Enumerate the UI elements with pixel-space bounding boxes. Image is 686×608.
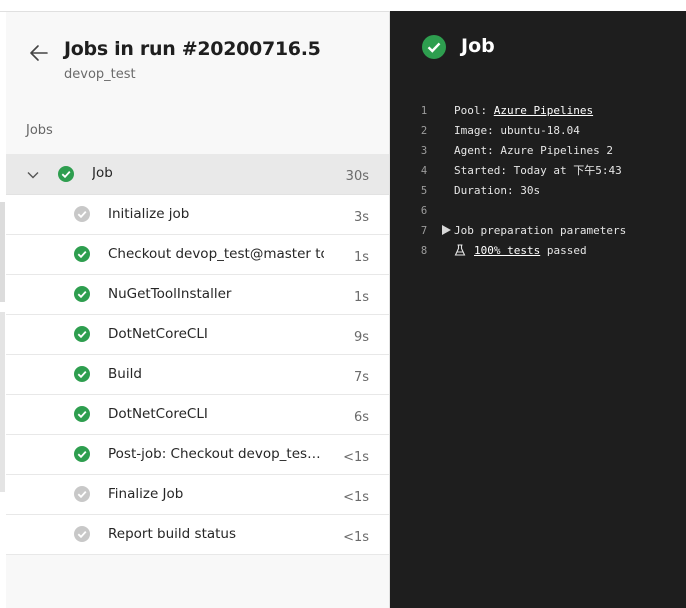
check-circle-icon (74, 286, 90, 302)
collapsible-log-section[interactable]: Job preparation parameters (442, 221, 626, 241)
check-circle-icon (58, 166, 74, 182)
log-line: 1 Pool: Azure Pipelines (390, 101, 686, 121)
scroll-track (0, 312, 5, 492)
tests-result-text: passed (540, 244, 587, 257)
beaker-icon (454, 243, 466, 256)
skipped-circle-icon (74, 526, 90, 542)
job-duration: 30s (345, 169, 369, 184)
step-duration: 9s (353, 330, 369, 345)
log-line: 2 Image: ubuntu-18.04 (390, 121, 686, 141)
step-row-initialize-job[interactable]: Initialize job 3s (6, 195, 389, 235)
log-line: 8 100% tests passed (390, 241, 686, 261)
check-circle-icon (74, 406, 90, 422)
step-label: Build (108, 366, 142, 382)
step-label: Report build status (108, 526, 237, 542)
jobs-section-label: Jobs (26, 123, 53, 138)
check-circle-icon (74, 446, 90, 462)
step-row-nugettoolinstaller[interactable]: NuGetToolInstaller 1s (6, 275, 389, 315)
chevron-down-icon[interactable] (26, 167, 40, 181)
triangle-right-icon[interactable] (442, 225, 451, 235)
step-label: NuGetToolInstaller (108, 286, 232, 302)
job-detail-panel: Job 1 Pool: Azure Pipelines 2 Image: ubu… (390, 11, 686, 608)
step-row-dotnetcorecli-1[interactable]: DotNetCoreCLI 9s (6, 315, 389, 355)
step-duration: 1s (353, 250, 369, 265)
step-duration: 3s (353, 210, 369, 225)
step-label: DotNetCoreCLI (108, 406, 208, 422)
log-text: Agent: Azure Pipelines 2 (454, 144, 613, 157)
step-duration: 7s (353, 370, 369, 385)
log-text: 100% tests passed (454, 241, 587, 261)
step-duration: <1s (343, 450, 369, 465)
step-row-checkout[interactable]: Checkout devop_test@master to s 1s (6, 235, 389, 275)
step-duration: <1s (343, 530, 369, 545)
line-number: 3 (420, 145, 428, 157)
step-label: Post-job: Checkout devop_test@... (108, 446, 324, 462)
line-number: 8 (420, 245, 428, 257)
skipped-circle-icon (74, 486, 90, 502)
step-duration: 1s (353, 290, 369, 305)
line-number: 7 (420, 225, 428, 237)
step-label: Initialize job (108, 206, 190, 222)
log-text: Image: ubuntu-18.04 (454, 124, 580, 137)
log-text: Started: Today at 下午5:43 (454, 164, 622, 177)
log-text: Pool: Azure Pipelines (454, 101, 593, 121)
line-number: 2 (420, 125, 428, 137)
step-row-report-build-status[interactable]: Report build status <1s (6, 515, 389, 555)
log-line[interactable]: 7 Job preparation parameters (390, 221, 686, 241)
check-circle-icon (422, 35, 446, 59)
step-duration: <1s (343, 490, 369, 505)
check-circle-icon (74, 366, 90, 382)
log-text: Duration: 30s (454, 184, 541, 197)
step-row-post-job-checkout[interactable]: Post-job: Checkout devop_test@... <1s (6, 435, 389, 475)
jobs-panel: Jobs in run #20200716.5 devop_test Jobs … (6, 12, 390, 608)
step-duration: 6s (353, 410, 369, 425)
line-number: 6 (420, 205, 428, 217)
pipeline-name: devop_test (64, 67, 136, 82)
tests-link[interactable]: 100% tests (474, 244, 540, 257)
job-label: Job (92, 165, 113, 181)
log-line: 6 (390, 201, 686, 221)
step-row-build[interactable]: Build 7s (6, 355, 389, 395)
pool-link[interactable]: Azure Pipelines (494, 104, 593, 117)
line-number: 4 (420, 165, 428, 177)
step-row-dotnetcorecli-2[interactable]: DotNetCoreCLI 6s (6, 395, 389, 435)
page-title: Jobs in run #20200716.5 (64, 38, 321, 60)
log-line: 5 Duration: 30s (390, 181, 686, 201)
check-circle-icon (74, 246, 90, 262)
top-border (0, 0, 390, 12)
log-line: 4 Started: Today at 下午5:43 (390, 161, 686, 181)
back-arrow-icon[interactable] (28, 42, 50, 64)
job-log: 1 Pool: Azure Pipelines 2 Image: ubuntu-… (390, 101, 686, 261)
step-row-finalize-job[interactable]: Finalize Job <1s (6, 475, 389, 515)
check-circle-icon (74, 326, 90, 342)
step-label: Checkout devop_test@master to s (108, 246, 324, 262)
section-label: Job preparation parameters (454, 224, 627, 237)
job-list: Job 30s Initialize job 3s Checkout devop… (6, 154, 389, 555)
step-label: DotNetCoreCLI (108, 326, 208, 342)
step-label: Finalize Job (108, 486, 184, 502)
job-row[interactable]: Job 30s (6, 154, 389, 195)
job-detail-title: Job (461, 35, 495, 57)
line-number: 1 (420, 105, 428, 117)
line-number: 5 (420, 185, 428, 197)
skipped-circle-icon (74, 206, 90, 222)
log-line: 3 Agent: Azure Pipelines 2 (390, 141, 686, 161)
pool-label: Pool: (454, 104, 494, 117)
scroll-thumb[interactable] (0, 202, 5, 302)
